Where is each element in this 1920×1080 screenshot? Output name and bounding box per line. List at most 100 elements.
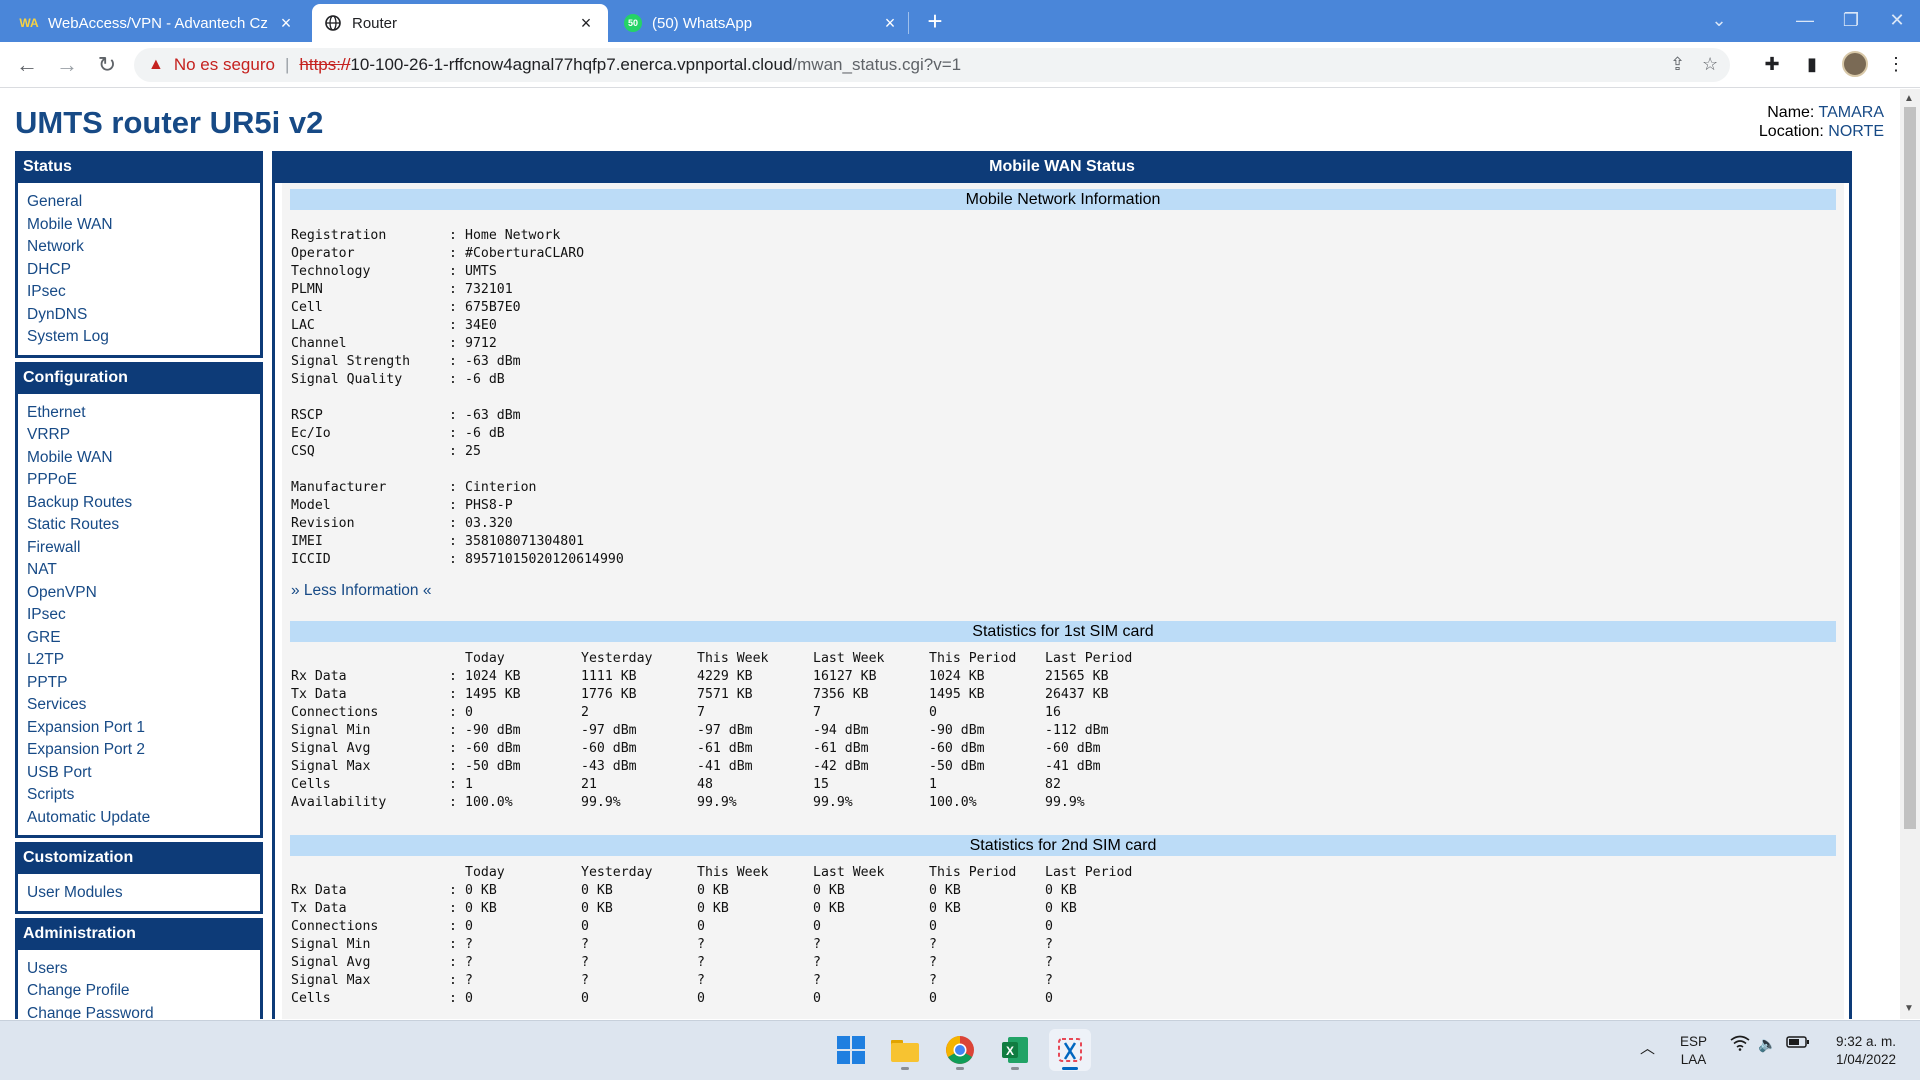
forward-icon[interactable]: → [52, 50, 82, 80]
close-tab-icon[interactable]: × [880, 13, 900, 34]
scroll-down-icon[interactable]: ▼ [1904, 1003, 1914, 1014]
sidebar-item-usb-port[interactable]: USB Port [27, 762, 260, 785]
sidebar-item-expansion-port-1[interactable]: Expansion Port 1 [27, 717, 260, 740]
sidebar-item-ipsec[interactable]: IPsec [27, 604, 260, 627]
sidebar-item-backup-routes[interactable]: Backup Routes [27, 492, 260, 515]
warning-icon[interactable]: ▲ [148, 56, 164, 74]
stats-cell: 7 [697, 705, 705, 720]
sidebar-item-automatic-update[interactable]: Automatic Update [27, 807, 260, 830]
sidebar-item-l2tp[interactable]: L2TP [27, 649, 260, 672]
url-protocol: https:// [299, 55, 351, 74]
stats-cell: 7571 KB [697, 687, 753, 702]
location-label: Location: [1758, 123, 1824, 140]
profile-avatar[interactable] [1842, 51, 1868, 77]
main-panel-title: Mobile WAN Status [272, 151, 1852, 183]
info-colon: : [449, 480, 457, 495]
stats-cell: -90 dBm [929, 723, 985, 738]
sidebar-item-users[interactable]: Users [27, 958, 260, 981]
stats-cell: 7356 KB [813, 687, 869, 702]
sidebar-item-dhcp[interactable]: DHCP [27, 259, 260, 282]
stats-cell: -41 dBm [697, 759, 753, 774]
stats-cell: 0 [465, 991, 473, 1006]
url-bar[interactable]: ▲ No es seguro | https:// 10-100-26-1-rf… [134, 48, 1730, 82]
sidebar-item-firewall[interactable]: Firewall [27, 537, 260, 560]
sidebar-item-ethernet[interactable]: Ethernet [27, 402, 260, 425]
sidebar-item-gre[interactable]: GRE [27, 627, 260, 650]
sidebar-item-mobile-wan[interactable]: Mobile WAN [27, 214, 260, 237]
sidebar-item-services[interactable]: Services [27, 694, 260, 717]
menu-icon[interactable]: ⋮ [1882, 50, 1910, 78]
sidebar-item-change-profile[interactable]: Change Profile [27, 980, 260, 1003]
info-value: 03.320 [465, 516, 513, 531]
new-tab-button[interactable]: + [920, 6, 950, 36]
sim1-stats-table: Today Yesterday This Week Last Week This Per… [291, 650, 1161, 812]
sidebar-nav: Status General Mobile WAN Network DHCP IPsec D… [15, 151, 263, 1019]
system-clock[interactable]: 9:32 a. m. 1/04/2022 [1816, 1033, 1896, 1069]
stats-header-row: Today Yesterday This Week Last Week This Per… [291, 864, 1161, 882]
tab-webaccess[interactable]: WA WebAccess/VPN - Advantech Cz × [8, 4, 308, 42]
excel-icon[interactable]: X [994, 1029, 1036, 1071]
stats-cell: 1776 KB [581, 687, 637, 702]
sidebar-item-vrrp[interactable]: VRRP [27, 424, 260, 447]
stats-cell: 100.0% [465, 795, 513, 810]
security-label[interactable]: No es seguro [174, 55, 275, 75]
close-tab-icon[interactable]: × [576, 13, 596, 34]
stats-cell: 0 [465, 705, 473, 720]
sidebar-item-general[interactable]: General [27, 191, 260, 214]
sidebar-item-nat[interactable]: NAT [27, 559, 260, 582]
tab-whatsapp[interactable]: 50 (50) WhatsApp × [612, 4, 912, 42]
stats-row-label: Rx Data [291, 669, 347, 684]
sidebar-item-ipsec[interactable]: IPsec [27, 281, 260, 304]
sidebar-item-expansion-port-2[interactable]: Expansion Port 2 [27, 739, 260, 762]
stats-row-label: Signal Max [291, 759, 371, 774]
scroll-thumb[interactable] [1904, 107, 1916, 829]
stats-row: Signal Min:?????? [291, 936, 1161, 954]
close-window-icon[interactable]: ✕ [1874, 0, 1920, 42]
address-bar-row: ← → ↻ ▲ No es seguro | https:// 10-100-2… [0, 42, 1920, 88]
close-tab-icon[interactable]: × [276, 13, 296, 34]
info-value: -6 dB [465, 426, 505, 441]
stats-cell: 0 KB [465, 883, 497, 898]
sidebar-item-user-modules[interactable]: User Modules [27, 882, 260, 905]
tab-router[interactable]: Router × [312, 4, 608, 42]
chrome-icon[interactable] [939, 1029, 981, 1071]
sidebar-item-mobile-wan[interactable]: Mobile WAN [27, 447, 260, 470]
stats-row: Signal Avg: -60 dBm -60 dBm -61 dBm -61 dBm -… [291, 740, 1161, 758]
share-icon[interactable]: ⇪ [1670, 54, 1685, 75]
info-key: Revision [291, 516, 355, 531]
stats-cell: -94 dBm [813, 723, 869, 738]
sidebar-item-scripts[interactable]: Scripts [27, 784, 260, 807]
extensions-icon[interactable]: ✚ [1758, 50, 1786, 78]
sidebar-item-static-routes[interactable]: Static Routes [27, 514, 260, 537]
restore-icon[interactable]: ❐ [1828, 0, 1874, 42]
stats-row-label: Cells [291, 777, 331, 792]
tab-search-icon[interactable]: ⌄ [1696, 0, 1742, 42]
page-scrollbar[interactable]: ▲ ▼ [1900, 89, 1920, 1019]
file-explorer-icon[interactable] [884, 1029, 926, 1071]
snipping-tool-icon[interactable] [1049, 1029, 1091, 1071]
stats-cell: 0 KB [581, 901, 613, 916]
sidebar-item-openvpn[interactable]: OpenVPN [27, 582, 260, 605]
bookmark-star-icon[interactable]: ☆ [1702, 54, 1718, 75]
less-information-link[interactable]: » Less Information « [291, 582, 431, 600]
show-hidden-icons-chevron-icon[interactable]: ︿ [1640, 1037, 1655, 1058]
language-indicator[interactable]: ESP LAA [1680, 1033, 1707, 1069]
battery-icon[interactable] [1786, 1035, 1810, 1053]
sidebar-item-pppoe[interactable]: PPPoE [27, 469, 260, 492]
sidebar-item-pptp[interactable]: PPTP [27, 672, 260, 695]
wifi-icon[interactable] [1730, 1035, 1750, 1055]
sidebar-item-network[interactable]: Network [27, 236, 260, 259]
reload-icon[interactable]: ↻ [92, 50, 122, 80]
stats-row: Connections:0 2 7 7 0 16 [291, 704, 1161, 722]
sidebar-item-dyndns[interactable]: DynDNS [27, 304, 260, 327]
stats-column-header: Yesterday [581, 865, 653, 880]
sidebar-item-system-log[interactable]: System Log [27, 326, 260, 349]
stats-corner [291, 650, 449, 668]
scroll-up-icon[interactable]: ▲ [1904, 93, 1914, 104]
side-panel-icon[interactable]: ▮ [1798, 50, 1826, 78]
sidebar-item-change-password[interactable]: Change Password [27, 1003, 260, 1020]
volume-icon[interactable]: 🔈 [1758, 1035, 1777, 1053]
start-icon[interactable] [830, 1029, 872, 1071]
minimize-icon[interactable]: — [1782, 0, 1828, 42]
back-icon[interactable]: ← [12, 50, 42, 80]
